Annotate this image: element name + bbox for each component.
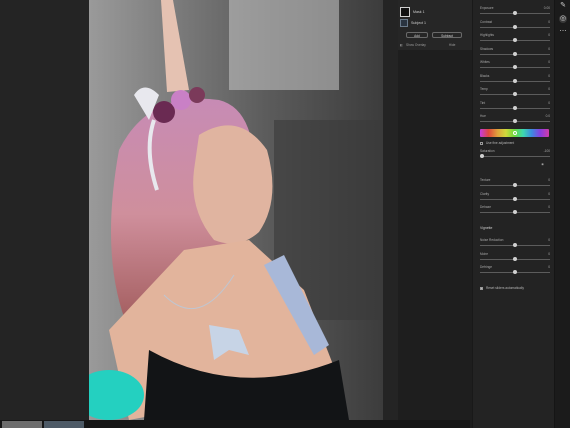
add-mask-button[interactable]: Add bbox=[406, 32, 428, 38]
slider-row[interactable]: Moire 0 bbox=[480, 252, 552, 264]
mask-sublabel: Subject 1 bbox=[411, 21, 426, 25]
slider-value[interactable]: 0 bbox=[548, 178, 550, 182]
filmstrip[interactable] bbox=[0, 420, 470, 428]
slider-value[interactable]: 0 bbox=[548, 238, 550, 242]
slider-value[interactable]: 0 bbox=[548, 20, 550, 24]
slider-row[interactable]: Temp 0 bbox=[480, 87, 552, 99]
slider-thumb[interactable] bbox=[513, 119, 517, 123]
slider-row[interactable]: Exposure 0.00 bbox=[480, 6, 552, 18]
reset-sliders-label: Reset sliders automatically bbox=[486, 286, 524, 290]
slider-label: Exposure bbox=[480, 6, 494, 10]
slider-thumb[interactable] bbox=[513, 105, 517, 110]
saturation-slider[interactable]: Saturation -100 bbox=[480, 149, 552, 161]
slider-row[interactable]: Contrast 0 bbox=[480, 20, 552, 32]
slider-row[interactable]: Whites 0 bbox=[480, 60, 552, 72]
slider-label: Tint bbox=[480, 100, 486, 105]
slider-label: Defringe bbox=[480, 265, 493, 269]
filmstrip-thumb[interactable] bbox=[44, 421, 84, 428]
effects-header: Vignette bbox=[480, 226, 493, 230]
eye-icon[interactable]: ◉ bbox=[541, 162, 544, 166]
slider-label: Moire bbox=[480, 251, 488, 256]
slider-value[interactable]: 0.00 bbox=[544, 6, 550, 10]
mask-subitem[interactable]: Subject 1 bbox=[400, 19, 426, 27]
slider-row[interactable]: Noise Reduction 0 bbox=[480, 238, 552, 250]
slider-value[interactable]: 0 bbox=[548, 74, 550, 78]
slider-value[interactable]: 0 bbox=[548, 205, 550, 209]
slider-thumb[interactable] bbox=[513, 183, 517, 187]
mask-item[interactable]: Mask 1 bbox=[400, 7, 425, 17]
checkbox-box[interactable] bbox=[480, 141, 483, 145]
slider-row[interactable]: Blacks 0 bbox=[480, 74, 552, 86]
fine-adjust-label: Use fine adjustment bbox=[486, 141, 515, 145]
saturation-value[interactable]: -100 bbox=[544, 149, 550, 153]
slider-value[interactable]: 0 bbox=[548, 101, 550, 105]
slider-thumb[interactable] bbox=[513, 256, 517, 261]
tool-strip: ✎ ◎ ⋯ bbox=[554, 0, 570, 428]
slider-thumb[interactable] bbox=[513, 11, 517, 15]
slider-value[interactable]: 0.0 bbox=[546, 114, 550, 118]
photo-preview[interactable] bbox=[89, 0, 383, 420]
hide-toggle[interactable]: Hide bbox=[449, 43, 456, 47]
slider-label: Shadows bbox=[480, 46, 494, 51]
slider-row[interactable]: Hue 0.0 bbox=[480, 114, 552, 126]
fine-adjust-checkbox[interactable]: Use fine adjustment bbox=[480, 141, 514, 145]
slider-label: Highlights bbox=[480, 33, 494, 37]
slider-value[interactable]: 0 bbox=[548, 265, 550, 269]
slider-label: Hue bbox=[480, 114, 486, 118]
slider-thumb[interactable] bbox=[513, 92, 517, 96]
slider-value[interactable]: 0 bbox=[548, 33, 550, 37]
person-icon bbox=[400, 19, 408, 27]
slider-label: Noise Reduction bbox=[480, 238, 504, 242]
show-overlay-toggle[interactable]: Show Overlay bbox=[406, 43, 426, 47]
slider-value[interactable]: 0 bbox=[548, 192, 550, 196]
slider-value[interactable]: 0 bbox=[548, 60, 550, 64]
mask-thumbnail-icon bbox=[400, 7, 410, 17]
slider-label: Temp bbox=[480, 87, 488, 91]
masking-icon[interactable]: ◎ bbox=[559, 15, 567, 23]
slider-thumb[interactable] bbox=[513, 78, 517, 83]
slider-thumb[interactable] bbox=[513, 24, 517, 29]
slider-row[interactable]: Tint 0 bbox=[480, 101, 552, 113]
hue-thumb[interactable] bbox=[513, 131, 517, 135]
slider-label: Dehaze bbox=[480, 205, 491, 209]
saturation-label: Saturation bbox=[480, 149, 495, 153]
slider-thumb[interactable] bbox=[480, 154, 484, 158]
slider-thumb[interactable] bbox=[513, 38, 517, 42]
slider-row[interactable]: Dehaze 0 bbox=[480, 205, 552, 217]
slider-label: Contrast bbox=[480, 19, 493, 24]
slider-label: Clarity bbox=[480, 191, 490, 196]
slider-label: Texture bbox=[480, 178, 491, 182]
slider-thumb[interactable] bbox=[513, 270, 517, 274]
slider-thumb[interactable] bbox=[513, 65, 517, 69]
subtract-mask-button[interactable]: Subtract bbox=[432, 32, 462, 38]
more-icon[interactable]: ⋯ bbox=[559, 28, 567, 36]
brush-icon[interactable]: ✎ bbox=[559, 2, 567, 10]
slider-thumb[interactable] bbox=[513, 210, 517, 214]
mask-label: Mask 1 bbox=[413, 10, 425, 14]
filmstrip-thumb[interactable] bbox=[2, 421, 42, 428]
reset-sliders-checkbox[interactable]: Reset sliders automatically bbox=[480, 286, 524, 290]
slider-row[interactable]: Clarity 0 bbox=[480, 192, 552, 204]
slider-thumb[interactable] bbox=[513, 243, 517, 247]
slider-row[interactable]: Defringe 0 bbox=[480, 265, 552, 277]
hue-bar[interactable] bbox=[480, 129, 549, 137]
checkbox-box[interactable] bbox=[480, 286, 483, 290]
slider-value[interactable]: 0 bbox=[548, 252, 550, 256]
slider-label: Blacks bbox=[480, 73, 490, 78]
slider-label: Whites bbox=[480, 60, 490, 64]
slider-value[interactable]: 0 bbox=[548, 87, 550, 91]
slider-thumb[interactable] bbox=[513, 196, 517, 201]
overlay-controls: ◧ Show Overlay Hide bbox=[400, 43, 455, 47]
sharpness-row: ◉ bbox=[480, 162, 552, 174]
overlay-icon: ◧ bbox=[400, 43, 404, 47]
slider-row[interactable]: Shadows 0 bbox=[480, 47, 552, 59]
slider-value[interactable]: 0 bbox=[548, 47, 550, 51]
slider-thumb[interactable] bbox=[513, 51, 517, 56]
adjustments-panel: Exposure 0.00 Contrast 0 Highlights 0 Shadows 0… bbox=[472, 0, 555, 428]
slider-row[interactable]: Texture 0 bbox=[480, 178, 552, 190]
slider-row[interactable]: Highlights 0 bbox=[480, 33, 552, 45]
